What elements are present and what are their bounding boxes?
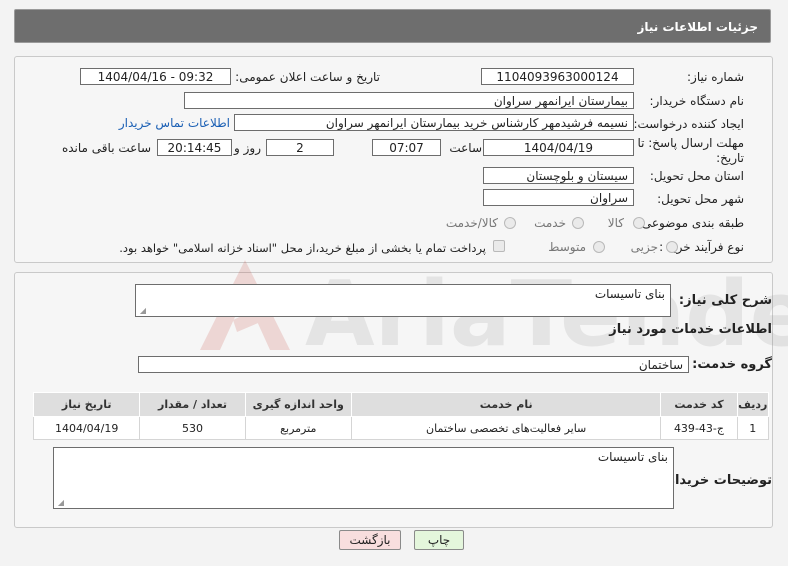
announce-datetime-field[interactable]: 1404/04/16 - 09:32 (80, 68, 231, 85)
category-radio-goods[interactable] (633, 217, 645, 229)
cell-need-date: 1404/04/19 (32, 416, 141, 440)
province-label: استان محل تحویل: (649, 169, 744, 183)
cell-quantity: 530 (139, 416, 246, 440)
service-group-field[interactable]: ساختمان (138, 356, 689, 373)
time-remaining-label: ساعت باقی مانده (61, 141, 151, 155)
category-label: طبقه بندی موضوعی: (637, 216, 744, 230)
page-title: جزئیات اطلاعات نیاز (637, 20, 758, 34)
deadline-date-field[interactable]: 1404/04/19 (483, 139, 634, 156)
back-button[interactable]: بازگشت (339, 530, 401, 550)
category-option-goods-service: کالا/خدمت (445, 216, 498, 230)
category-radio-service[interactable] (572, 217, 584, 229)
deadline-time-field[interactable]: 07:07 (372, 139, 441, 156)
need-number-field[interactable]: 1104093963000124 (481, 68, 634, 85)
service-group-label: گروه خدمت: (692, 357, 772, 372)
cell-unit: مترمربع (244, 416, 352, 440)
summary-text: بنای تاسیسات (594, 287, 665, 301)
time-remaining-field[interactable]: 20:14:45 (157, 139, 232, 156)
buyer-org-field[interactable]: بیمارستان ایرانمهر سراوان (184, 92, 634, 109)
resize-handle-icon[interactable]: ◢ (138, 307, 146, 315)
col-header-quantity: تعداد / مقدار (139, 392, 246, 417)
col-header-unit: واحد اندازه گیری (244, 392, 352, 417)
services-section-title: اطلاعات خدمات مورد نیاز (609, 322, 772, 337)
buyer-org-label: نام دستگاه خریدار: (649, 94, 745, 108)
print-button[interactable]: چاپ (414, 530, 464, 550)
col-header-service-code: کد خدمت (660, 392, 738, 417)
col-header-row-number: ردیف (736, 392, 770, 417)
buyer-notes-text: بنای تاسیسات (597, 450, 668, 464)
creator-field[interactable]: نسیمه فرشیدمهر کارشناس خرید بیمارستان ای… (234, 114, 634, 131)
city-field[interactable]: سراوان (483, 189, 634, 206)
announce-label: تاریخ و ساعت اعلان عمومی: (235, 70, 380, 84)
summary-textarea[interactable]: بنای تاسیسات ◢ (135, 284, 671, 317)
summary-label: شرح کلی نیاز: (678, 293, 772, 308)
category-radio-goods-service[interactable] (504, 217, 516, 229)
cell-service-name: سایر فعالیت‌های تخصصی ساختمان (350, 416, 662, 440)
cell-service-code: ج-43-439 (660, 416, 738, 440)
page-header: جزئیات اطلاعات نیاز (14, 9, 771, 43)
category-option-service: خدمت (534, 216, 566, 230)
col-header-service-name: نام خدمت (350, 392, 662, 417)
category-option-goods: کالا (607, 216, 624, 230)
buyer-notes-label: توضیحات خریدار: (662, 473, 772, 488)
province-field[interactable]: سیستان و بلوچستان (483, 167, 634, 184)
creator-label: ایجاد کننده درخواست: (633, 117, 744, 131)
contact-info-link[interactable]: اطلاعات تماس خریدار (119, 116, 230, 130)
need-number-label: شماره نیاز: (687, 70, 744, 84)
days-remaining-field[interactable]: 2 (266, 139, 334, 156)
deadline-label: مهلت ارسال پاسخ: تا تاریخ: (637, 136, 744, 165)
deadline-time-label: ساعت (449, 141, 482, 155)
resize-handle-icon[interactable]: ◢ (56, 499, 64, 507)
table-header-row: ردیف کد خدمت نام خدمت واحد اندازه گیری ت… (32, 392, 770, 417)
table-row[interactable]: 1 ج-43-439 سایر فعالیت‌های تخصصی ساختمان… (32, 416, 770, 440)
city-label: شهر محل تحویل: (657, 192, 744, 206)
cell-row-number: 1 (736, 416, 770, 440)
buyer-notes-textarea[interactable]: بنای تاسیسات ◢ (53, 447, 674, 509)
days-label: روز و (234, 141, 261, 155)
col-header-need-date: تاریخ نیاز (32, 392, 141, 417)
services-table: ردیف کد خدمت نام خدمت واحد اندازه گیری ت… (32, 392, 770, 440)
